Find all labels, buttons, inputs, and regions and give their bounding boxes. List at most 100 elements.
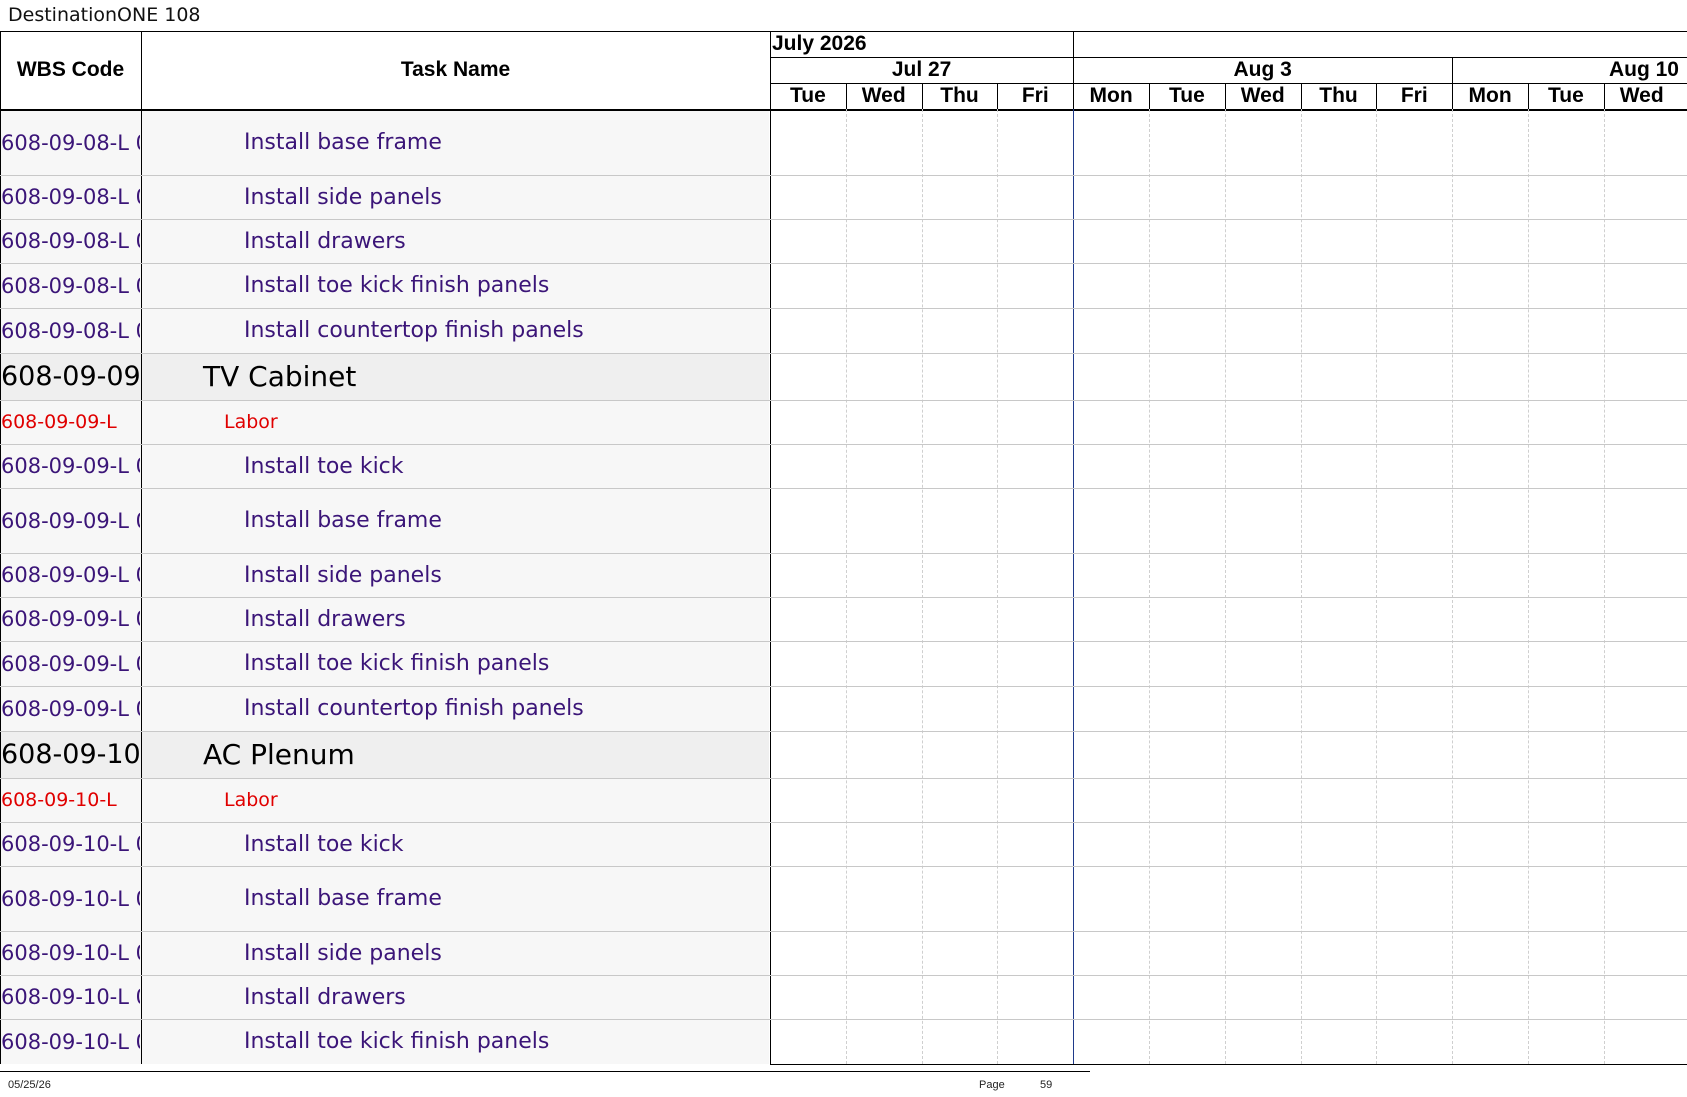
wbs-code-cell: 608-09-09-L 0 [1, 454, 140, 478]
day-gridline [1376, 109, 1378, 1064]
day-divider [1224, 83, 1226, 109]
task-name-cell: Install base frame [244, 130, 442, 155]
wbs-code-cell: 608-09-10-L 0 [1, 832, 140, 856]
week-divider [1452, 57, 1454, 83]
task-name-cell: TV Cabinet [203, 360, 357, 393]
table-row: 608-09-10-L 0 Install side panels [0, 931, 1687, 975]
row-divider [0, 219, 1687, 220]
wbs-code-cell: 608-09-10-L [1, 789, 117, 811]
table-row: 608-09-10-L 0 Install toe kick finish pan… [0, 1019, 1687, 1064]
task-column-divider [770, 31, 771, 1064]
day-gridline [845, 109, 847, 1064]
task-name-cell: Install drawers [244, 228, 406, 254]
row-divider [0, 353, 1687, 354]
table-row: 608-09-09-L 0 Install toe kick [0, 444, 1687, 488]
table-row: 608-09-08-L 0 Install countertop finish p… [0, 308, 1687, 353]
day-divider [1300, 83, 1302, 109]
row-divider [0, 400, 1687, 401]
row-divider [0, 263, 1687, 264]
wbs-code-cell: 608-09-08-L 0 [1, 185, 140, 209]
task-name-header: Task Name [400, 58, 511, 81]
task-name-cell: Install side panels [244, 184, 442, 210]
day-gridline [1452, 109, 1454, 1064]
row-divider [0, 866, 1687, 867]
day-label: Fri [1021, 84, 1049, 107]
task-name-cell: Install side panels [244, 562, 442, 588]
day-divider [1376, 83, 1378, 109]
row-divider [0, 778, 1687, 779]
wbs-code-cell: 608-09-10-L 0 [1, 941, 140, 965]
day-divider [997, 83, 999, 109]
week-label: Aug 10 [1608, 58, 1679, 81]
table-row: 608-09-09-L 0 Install drawers [0, 597, 1687, 641]
day-label: Tue [1548, 84, 1584, 107]
wbs-code-cell: 608-09-08-L 0 [1, 229, 140, 253]
day-label: Thu [1319, 84, 1358, 107]
task-name-cell: Install base frame [244, 886, 442, 911]
wbs-code-cell: 608-09-08-L 0 [1, 318, 140, 343]
month-label: July 2026 [772, 32, 867, 55]
wbs-column-divider [141, 31, 142, 1064]
table-row: 608-09-10-L Labor [0, 778, 1687, 822]
wbs-code-cell: 608-09-09-L 0 [1, 563, 140, 587]
day-divider [1073, 83, 1075, 109]
day-label: Wed [861, 84, 906, 107]
day-divider [1603, 83, 1605, 109]
table-row: 608-09-10-L 0 Install drawers [0, 975, 1687, 1019]
day-label: Tue [790, 84, 826, 107]
week-label: Aug 3 [1233, 58, 1292, 81]
row-divider [0, 1019, 1687, 1020]
row-divider [0, 822, 1687, 823]
day-gridline [1300, 109, 1302, 1064]
wbs-code-cell: 608-09-09-L 0 [1, 651, 140, 676]
day-divider [1452, 83, 1454, 109]
gantt-sheet: WBS Code Task Name July 2026 Jul 27 Aug 3 A… [0, 31, 1687, 1071]
task-name-cell: Install toe kick finish panels [244, 651, 550, 676]
day-row-border [770, 83, 1687, 84]
task-name-cell: Install toe kick finish panels [244, 1029, 550, 1054]
table-row: 608-09-08-L 0 Install base frame [0, 110, 1687, 175]
day-divider [1149, 83, 1150, 109]
week-row-border [770, 57, 1687, 58]
day-gridline [1149, 109, 1150, 1064]
task-name-cell: Install side panels [244, 940, 442, 966]
table-row: 608-09-09-L 0 Install base frame [0, 488, 1687, 553]
wbs-code-cell: 608-09-09 [1, 361, 140, 392]
row-divider [0, 308, 1687, 309]
task-name-cell: Install countertop finish panels [244, 696, 584, 721]
table-row: 608-09-09-L 0 Install side panels [0, 553, 1687, 597]
header-top-border [0, 31, 1687, 32]
page-title: DestinationONE 108 [8, 4, 201, 26]
wbs-code-cell: 608-09-10-L 0 [1, 886, 140, 911]
row-divider [0, 931, 1687, 932]
table-row: 608-09-09-L 0 Install countertop finish p… [0, 686, 1687, 731]
day-gridline [1528, 109, 1529, 1064]
wbs-code-cell: 608-09-10-L 0 [1, 985, 140, 1009]
row-divider [0, 975, 1687, 976]
wbs-code-cell: 608-09-09-L 0 [1, 508, 140, 533]
row-divider [0, 731, 1687, 732]
wbs-code-cell: 608-09-09-L 0 [1, 696, 140, 721]
row-divider [0, 488, 1687, 489]
row-divider [0, 686, 1687, 687]
day-gridline [1224, 109, 1226, 1064]
task-name-cell: Install drawers [244, 984, 406, 1010]
table-row: 608-09-08-L 0 Install toe kick finish pan… [0, 263, 1687, 308]
table-row: 608-09-09-L Labor [0, 400, 1687, 444]
day-gridline [921, 109, 923, 1064]
wbs-code-cell: 608-09-10 [1, 739, 140, 770]
month-divider [1073, 31, 1075, 57]
week-divider [1073, 57, 1075, 83]
task-name-cell: AC Plenum [203, 738, 355, 771]
day-label: Wed [1240, 84, 1285, 107]
footer-page-number: 59 [1040, 1079, 1053, 1091]
day-divider [921, 83, 923, 109]
wbs-code-cell: 608-09-09-L [1, 411, 117, 433]
wbs-code-cell: 608-09-08-L 0 [1, 273, 140, 298]
table-row: 608-09-09-L 0 Install toe kick finish pan… [0, 641, 1687, 686]
day-label: Mon [1089, 84, 1133, 107]
table-row: 608-09-08-L 0 Install side panels [0, 175, 1687, 219]
table-row: 608-09-08-L 0 Install drawers [0, 219, 1687, 263]
task-name-cell: Labor [224, 411, 278, 433]
week-divider-body [1073, 109, 1075, 1064]
